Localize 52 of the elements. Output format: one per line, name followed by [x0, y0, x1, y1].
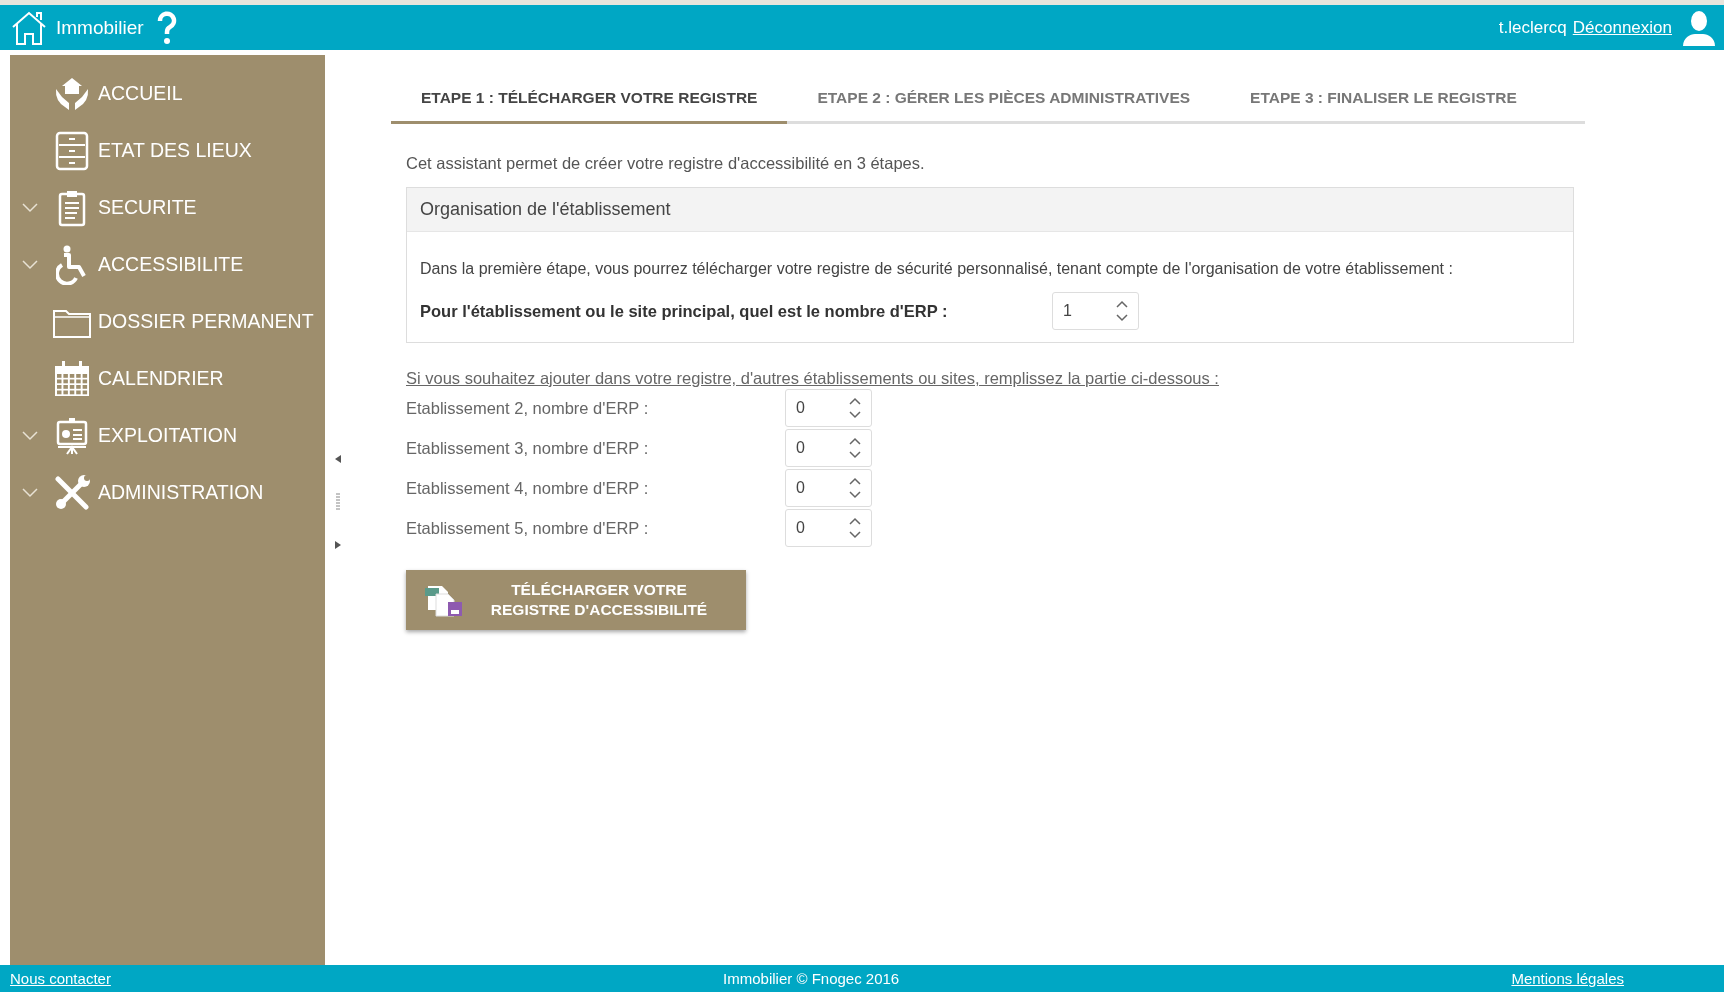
chevron-down-icon[interactable]: [22, 259, 38, 270]
number-input[interactable]: 1: [1052, 292, 1139, 330]
spinner-arrows-icon[interactable]: [1116, 299, 1128, 323]
username: t.leclercq: [1498, 17, 1567, 38]
sidebar-item[interactable]: DOSSIER PERMANENT: [10, 293, 325, 350]
add-sites-link[interactable]: Si vous souhaitez ajouter dans votre registre, d'autres établissements ou sites, remplissez la partie ci-dessous :: [406, 369, 1219, 388]
expand-right-icon[interactable]: [335, 541, 341, 549]
number-input[interactable]: 0: [785, 389, 872, 427]
number-input[interactable]: 0: [785, 429, 872, 467]
logout-link[interactable]: Déconnexion: [1572, 17, 1672, 38]
number-input[interactable]: 0: [785, 469, 872, 507]
chevron-down-icon[interactable]: [22, 202, 38, 213]
step-tab[interactable]: ETAPE 1 : TÉLÉCHARGER VOTRE REGISTRE: [391, 75, 788, 124]
spinner-arrows-icon[interactable]: [849, 396, 861, 420]
sidebar-item[interactable]: EXPLOITATION: [10, 407, 325, 464]
sidebar-item[interactable]: ACCESSIBILITE: [10, 236, 325, 293]
intro-text: Cet assistant permet de créer votre registre d'accessibilité en 3 étapes.: [406, 154, 926, 173]
download-button[interactable]: TÉLÉCHARGER VOTRE REGISTRE D'ACCESSIBILITÉ: [406, 570, 746, 631]
spinner-arrows-icon[interactable]: [849, 436, 861, 460]
sidebar-item[interactable]: ETAT DES LIEUX: [10, 122, 325, 179]
presentation-board-icon: [55, 415, 89, 456]
legal-link[interactable]: Mentions légales: [1511, 970, 1624, 987]
help-icon[interactable]: [155, 10, 178, 45]
chevron-down-icon[interactable]: [22, 430, 38, 441]
number-input[interactable]: 0: [785, 509, 872, 547]
copyright-text: Immobilier © Fnogec 2016: [723, 970, 900, 987]
sidebar-item[interactable]: ADMINISTRATION: [10, 464, 325, 521]
chevron-down-icon[interactable]: [22, 487, 38, 498]
tools-icon: [53, 473, 91, 512]
sidebar-item[interactable]: ACCUEIL: [10, 65, 325, 122]
spinner-arrows-icon[interactable]: [849, 516, 861, 540]
sidebar-item[interactable]: SECURITE: [10, 179, 325, 236]
establishment-label: Etablissement 3, nombre d'ERP :: [406, 438, 650, 458]
user-icon[interactable]: [1682, 9, 1716, 46]
establishment-label: Etablissement 5, nombre d'ERP :: [406, 518, 650, 538]
step-tab[interactable]: ETAPE 2 : GÉRER LES PIÈCES ADMINISTRATIVES: [787, 75, 1221, 124]
panel-description: Dans la première étape, vous pourrez télécharger votre registre de sécurité personnalisé, tenant compte de l'organisation de votre établissement :: [420, 260, 1454, 278]
spinner-arrows-icon[interactable]: [849, 476, 861, 500]
clipboard-icon: [57, 188, 87, 227]
sidebar-item[interactable]: CALENDRIER: [10, 350, 325, 407]
step-tab[interactable]: ETAPE 3 : FINALISER LE REGISTRE: [1220, 75, 1547, 124]
contact-link[interactable]: Nous contacter: [10, 970, 111, 987]
establishment-label: Etablissement 4, nombre d'ERP :: [406, 478, 650, 498]
grip-icon[interactable]: [336, 493, 340, 511]
drawers-icon: [55, 130, 89, 171]
panel-title: Organisation de l'établissement: [407, 188, 1573, 232]
calendar-icon: [53, 359, 91, 398]
erp-question: Pour l'établissement ou le site principal, quel est le nombre d'ERP :: [420, 301, 949, 321]
app-name: Immobilier: [56, 16, 144, 39]
establishment-label: Etablissement 2, nombre d'ERP :: [406, 398, 650, 418]
collapse-left-icon[interactable]: [335, 455, 341, 463]
wheelchair-icon: [56, 244, 88, 285]
